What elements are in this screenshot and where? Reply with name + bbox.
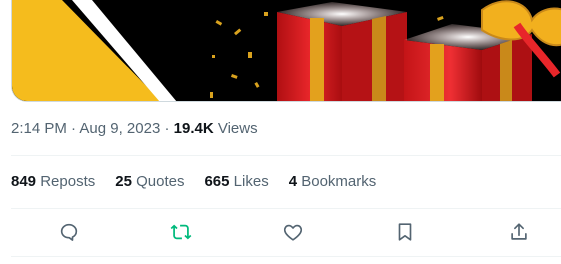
bookmark-button[interactable]	[385, 212, 425, 252]
repost-button[interactable]	[161, 212, 201, 252]
meta-separator: ·	[66, 120, 80, 137]
bookmarks-label: Bookmarks	[301, 173, 377, 190]
meta-separator-2: ·	[160, 120, 174, 137]
divider-middle	[11, 208, 561, 209]
like-icon	[283, 224, 303, 241]
post-date: Aug 9, 2023	[79, 120, 161, 137]
repost-icon	[170, 224, 192, 240]
reposts-stat[interactable]: 849 Reposts	[11, 171, 95, 193]
quotes-stat[interactable]: 25 Quotes	[115, 171, 184, 193]
bookmarks-count: 4	[288, 173, 298, 190]
post-action-bar	[11, 212, 561, 252]
reply-icon	[60, 223, 78, 241]
share-icon	[511, 223, 527, 240]
post-time-link[interactable]: 2:14 PM · Aug 9, 2023	[11, 120, 160, 137]
post-meta: 2:14 PM · Aug 9, 2023 · 19.4K Views	[11, 118, 258, 140]
reposts-label: Reposts	[40, 173, 96, 190]
bookmarks-stat[interactable]: 4 Bookmarks	[289, 171, 377, 193]
bookmark-icon	[398, 223, 412, 241]
post-time: 2:14 PM	[11, 120, 67, 137]
likes-count: 665	[204, 173, 230, 190]
likes-stat[interactable]: 665 Likes	[204, 171, 268, 193]
quotes-count: 25	[115, 173, 132, 190]
gift-boxes-illustration	[12, 0, 561, 101]
reply-button[interactable]	[49, 212, 89, 252]
likes-label: Likes	[233, 173, 269, 190]
post-media-image[interactable]	[11, 0, 561, 102]
views-count: 19.4K	[173, 120, 214, 137]
views-label: Views	[217, 120, 258, 137]
reposts-count: 849	[11, 173, 37, 190]
post-stats: 849 Reposts 25 Quotes 665 Likes 4 Bookma…	[11, 171, 376, 193]
share-button[interactable]	[499, 212, 539, 252]
divider-top	[11, 155, 561, 156]
divider-bottom	[11, 256, 561, 257]
quotes-label: Quotes	[136, 173, 185, 190]
like-button[interactable]	[273, 212, 313, 252]
